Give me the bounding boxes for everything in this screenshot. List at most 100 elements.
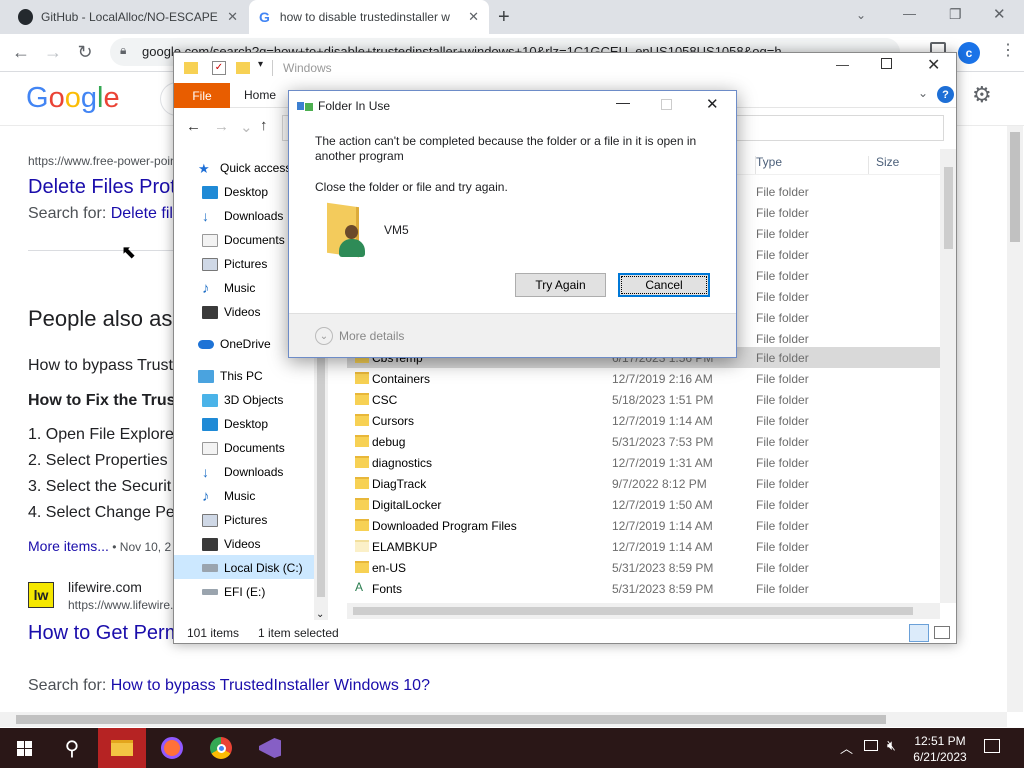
nav-item-documents[interactable]: Documents	[202, 229, 285, 251]
nav-item-downloads[interactable]: ↓ Downloads	[202, 205, 283, 227]
chevron-up-icon[interactable]: ︿	[840, 738, 853, 757]
file-row[interactable]: DigitalLocker 12/7/2019 1:50 AM File folde…	[347, 494, 940, 515]
details-view-icon[interactable]	[909, 624, 929, 642]
tab-search-chevron-icon[interactable]: ⌄	[856, 8, 866, 22]
scrollbar-thumb[interactable]	[1010, 132, 1020, 242]
reload-icon[interactable]: ↻	[70, 34, 100, 70]
close-icon[interactable]: ✕	[227, 9, 238, 25]
page-horizontal-scrollbar[interactable]	[0, 712, 1007, 727]
taskbar-file-explorer[interactable]	[98, 728, 146, 768]
scrollbar-thumb[interactable]	[944, 167, 953, 249]
paa-question[interactable]: How to bypass Trust	[28, 357, 173, 375]
nav-item-desktop[interactable]: Desktop	[202, 413, 268, 435]
tab-file[interactable]: File	[174, 83, 230, 108]
scrollbar-thumb[interactable]	[16, 715, 886, 724]
column-header-size[interactable]: Size	[876, 155, 899, 169]
chevron-down-icon[interactable]: ▾	[258, 59, 263, 70]
file-row[interactable]: ELAMBKUP 12/7/2019 1:14 AM File folder	[347, 536, 940, 557]
restore-icon[interactable]: ❐	[949, 6, 962, 23]
cancel-button[interactable]: Cancel	[618, 273, 710, 297]
nav-onedrive[interactable]: OneDrive	[198, 333, 271, 355]
close-icon[interactable]: ✕	[706, 95, 719, 113]
minimize-icon[interactable]: —	[616, 94, 630, 110]
tab-home[interactable]: Home	[244, 88, 276, 102]
back-arrow-icon[interactable]: ←	[6, 34, 36, 70]
chevron-down-icon[interactable]: ⌄	[240, 118, 253, 136]
nav-item-desktop[interactable]: Desktop	[202, 181, 268, 203]
up-arrow-icon[interactable]: ↑	[260, 117, 268, 134]
taskbar-chrome[interactable]	[197, 728, 245, 768]
file-row[interactable]: en-US 5/31/2023 8:59 PM File folder	[347, 557, 940, 578]
chevron-down-icon[interactable]: ⌄	[316, 609, 324, 620]
file-row[interactable]: DiagTrack 9/7/2022 8:12 PM File folder	[347, 473, 940, 494]
nav-label: Pictures	[224, 513, 268, 527]
new-folder-icon[interactable]	[236, 62, 250, 74]
expand-chevron-icon[interactable]: ⌄	[315, 327, 333, 345]
google-logo[interactable]: Google	[26, 82, 120, 115]
file-row[interactable]: debug 5/31/2023 7:53 PM File folder	[347, 431, 940, 452]
menu-dots-icon[interactable]: ⋮	[1000, 40, 1016, 60]
try-again-button[interactable]: Try Again	[515, 273, 606, 297]
file-row[interactable]: Containers 12/7/2019 2:16 AM File folder	[347, 368, 940, 389]
nav-this-pc[interactable]: This PC	[198, 365, 263, 387]
nav-item-music[interactable]: ♪ Music	[202, 277, 255, 299]
properties-check-icon[interactable]: ✓	[212, 61, 226, 75]
file-name: DigitalLocker	[372, 498, 442, 512]
browser-tab-bar: GitHub - LocalAlloc/NO-ESCAPE ✕ G how to…	[0, 0, 1024, 34]
nav-item-downloads[interactable]: ↓ Downloads	[202, 461, 283, 483]
nav-item-pictures[interactable]: Pictures	[202, 253, 267, 275]
more-details-link[interactable]: More details	[339, 329, 404, 343]
file-row[interactable]: Downloaded Program Files 12/7/2019 1:14 A…	[347, 515, 940, 536]
result-title-link[interactable]: Delete Files Prot	[28, 176, 176, 199]
maximize-icon[interactable]	[881, 58, 892, 69]
nav-item-documents[interactable]: Documents	[202, 437, 285, 459]
close-icon[interactable]: ✕	[927, 55, 940, 75]
result-title-link[interactable]: How to Get Perm	[28, 622, 181, 645]
notification-icon[interactable]	[984, 739, 1000, 753]
column-header-type[interactable]: Type	[756, 155, 782, 169]
file-row[interactable]: CSC 5/18/2023 1:51 PM File folder	[347, 389, 940, 410]
close-icon[interactable]: ✕	[468, 9, 479, 25]
file-row[interactable]: Cursors 12/7/2019 1:14 AM File folder	[347, 410, 940, 431]
more-items-link[interactable]: More items...	[28, 538, 109, 554]
scrollbar-thumb[interactable]	[353, 607, 913, 615]
search-for-link[interactable]: Delete fil	[111, 205, 173, 222]
minimize-icon[interactable]: —	[903, 6, 916, 21]
page-vertical-scrollbar[interactable]	[1007, 126, 1023, 712]
nav-item-videos[interactable]: Videos	[202, 533, 260, 555]
nav-item-videos[interactable]: Videos	[202, 301, 260, 323]
forward-arrow-icon[interactable]: →	[38, 34, 68, 70]
nav-label: Documents	[224, 233, 285, 247]
file-row[interactable]: A Fonts 5/31/2023 8:59 PM File folder	[347, 578, 940, 599]
tab-google-search[interactable]: G how to disable trustedinstaller w ✕	[249, 0, 489, 34]
nav-item-3d-objects[interactable]: 3D Objects	[202, 389, 283, 411]
taskbar-firefox[interactable]	[148, 728, 196, 768]
start-button[interactable]	[0, 728, 48, 768]
taskbar-visual-studio[interactable]	[246, 728, 294, 768]
expand-ribbon-chevron-icon[interactable]: ⌄	[918, 86, 928, 100]
file-row[interactable]: diagnostics 12/7/2019 1:31 AM File folder	[347, 452, 940, 473]
nav-item-music[interactable]: ♪ Music	[202, 485, 255, 507]
search-icon[interactable]: ⚲	[48, 728, 96, 768]
large-icons-view-icon[interactable]	[934, 626, 950, 639]
profile-avatar[interactable]: c	[958, 42, 980, 64]
network-icon[interactable]	[864, 740, 878, 751]
folder-icon	[355, 519, 369, 531]
minimize-icon[interactable]: —	[836, 57, 849, 72]
back-arrow-icon[interactable]: ←	[186, 118, 201, 135]
file-list-vertical-scrollbar[interactable]	[940, 149, 956, 603]
nav-item-efi[interactable]: EFI (E:)	[202, 581, 265, 603]
tab-github[interactable]: GitHub - LocalAlloc/NO-ESCAPE ✕	[8, 0, 248, 34]
forward-arrow-icon[interactable]: →	[214, 118, 229, 135]
clock[interactable]: 12:51 PM 6/21/2023	[912, 733, 968, 765]
file-list-horizontal-scrollbar[interactable]	[347, 603, 940, 619]
nav-quick-access[interactable]: ★ Quick access	[198, 157, 291, 179]
speaker-muted-icon[interactable]: 🔇︎	[887, 737, 896, 754]
help-icon[interactable]: ?	[937, 86, 954, 103]
nav-item-local-disk[interactable]: Local Disk (C:)	[202, 557, 303, 579]
new-tab-button[interactable]: +	[498, 6, 510, 29]
close-window-icon[interactable]: ✕	[993, 5, 1006, 23]
nav-item-pictures[interactable]: Pictures	[202, 509, 267, 531]
search-for-link[interactable]: How to bypass TrustedInstaller Windows 1…	[111, 677, 430, 694]
settings-gear-icon[interactable]: ⚙	[972, 82, 992, 108]
